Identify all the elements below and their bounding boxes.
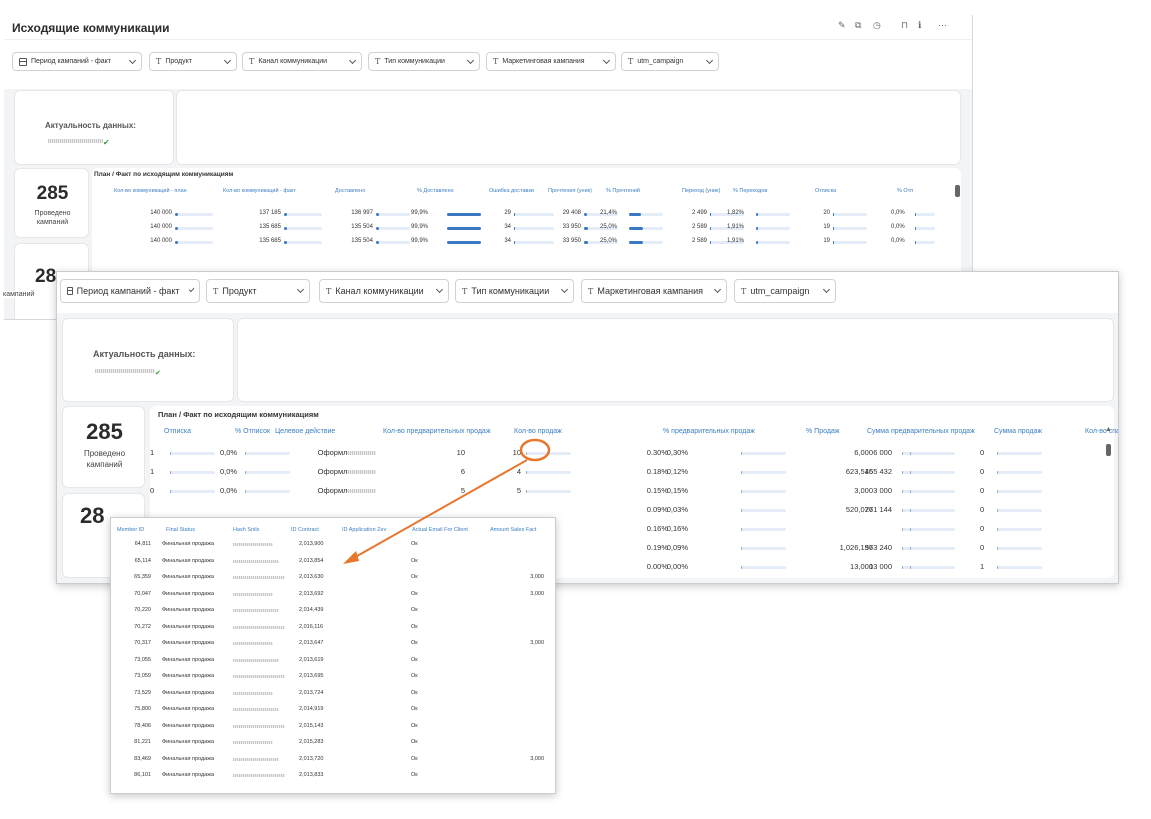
annotation-arrowhead	[343, 551, 359, 564]
annotation-arrow-line	[349, 459, 528, 561]
annotation-overlay	[343, 438, 551, 564]
highlight-circle	[519, 438, 551, 462]
